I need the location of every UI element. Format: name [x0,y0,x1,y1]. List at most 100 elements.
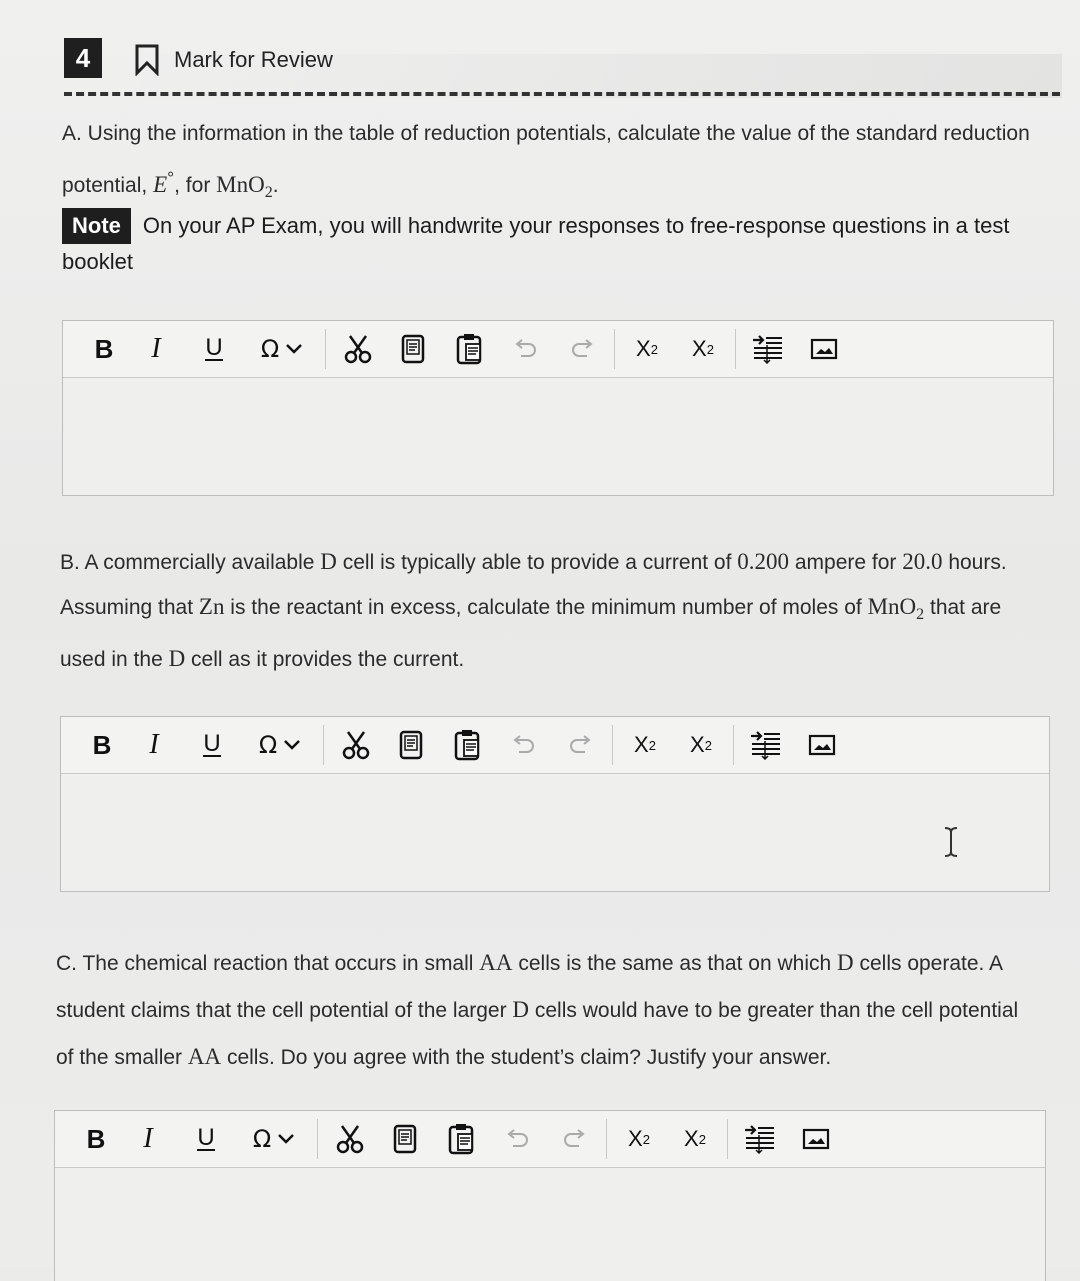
scissors-icon [336,1125,364,1154]
redo-icon [570,735,591,753]
editor-toolbar: B I U Ω X2 X2 [63,321,1053,378]
special-characters-dropdown[interactable]: Ω [243,321,321,377]
cut-button[interactable] [328,717,384,773]
note-badge: Note [62,208,131,244]
undo-icon [513,735,534,753]
text-cursor-icon [944,827,958,857]
chevron-down-icon [278,1134,295,1144]
part-a-line-1: A. Using the information in the table of… [62,122,1030,145]
paste-button[interactable] [442,321,498,377]
superscript-button[interactable]: X2 [611,1111,667,1167]
cut-button[interactable] [322,1111,378,1167]
scissors-icon [342,731,370,760]
insert-image-button[interactable] [794,717,850,773]
indent-icon [751,731,780,760]
mark-for-review-button[interactable]: Mark for Review [134,44,333,76]
paste-icon [456,334,482,365]
indent-button[interactable] [740,321,796,377]
response-input-a[interactable] [63,378,1053,494]
toolbar-separator [317,1119,318,1159]
copy-button[interactable] [386,321,442,377]
part-b-line-1: B. A commercially available D cell is ty… [60,549,1007,574]
note-row: Note On your AP Exam, you will handwrite … [62,208,1052,280]
redo-button[interactable] [546,1111,602,1167]
part-b-line-2: Assuming that Zn is the reactant in exce… [60,594,1002,624]
insert-image-button[interactable] [788,1111,844,1167]
special-characters-dropdown[interactable]: Ω [241,717,319,773]
toolbar-separator [735,329,736,369]
toolbar-separator [733,725,734,765]
response-editor-b: B I U Ω X2 X2 [60,716,1050,892]
bold-button[interactable]: B [79,717,125,773]
header-divider [64,92,1060,96]
part-a-line-2: potential, E°, for MnO2. [62,168,279,202]
underline-button[interactable]: U [183,717,241,773]
bold-button[interactable]: B [81,321,127,377]
italic-button[interactable]: I [125,717,183,773]
part-c-prompt: C. The chemical reaction that occurs in … [56,940,1066,1081]
redo-button[interactable] [554,321,610,377]
part-a-prompt: A. Using the information in the table of… [62,112,1062,215]
response-input-b[interactable] [61,774,1049,890]
image-icon [802,1128,830,1150]
paste-icon [454,730,480,761]
redo-icon [564,1129,585,1147]
question-number: 4 [64,38,102,78]
copy-button[interactable] [384,717,440,773]
bold-button[interactable]: B [73,1111,119,1167]
undo-icon [507,1129,528,1147]
toolbar-separator [614,329,615,369]
mark-for-review-label: Mark for Review [174,47,333,72]
copy-icon [393,1124,417,1154]
part-c-line-3: of the smaller AA cells. Do you agree wi… [56,1044,832,1069]
insert-image-button[interactable] [796,321,852,377]
italic-button[interactable]: I [119,1111,177,1167]
subscript-button[interactable]: X2 [675,321,731,377]
indent-icon [753,335,782,364]
redo-icon [572,339,593,357]
part-b-prompt: B. A commercially available D cell is ty… [60,540,1060,682]
redo-button[interactable] [552,717,608,773]
paste-button[interactable] [440,717,496,773]
response-editor-c: B I U Ω X2 X2 [54,1110,1046,1281]
chevron-down-icon [286,344,303,354]
undo-icon [515,339,536,357]
part-c-line-2: student claims that the cell potential o… [56,997,1019,1022]
response-input-c[interactable] [55,1168,1045,1268]
copy-icon [401,334,425,364]
copy-button[interactable] [378,1111,434,1167]
paste-icon [448,1124,474,1155]
undo-button[interactable] [490,1111,546,1167]
chevron-down-icon [284,740,301,750]
image-icon [808,734,836,756]
superscript-button[interactable]: X2 [617,717,673,773]
indent-icon [745,1125,774,1154]
toolbar-separator [612,725,613,765]
editor-toolbar: B I U Ω X2 X2 [55,1111,1045,1168]
indent-button[interactable] [738,717,794,773]
question-page: 4 Mark for Review A. Using the informati… [0,0,1080,1281]
superscript-button[interactable]: X2 [619,321,675,377]
undo-button[interactable] [498,321,554,377]
part-c-line-1: C. The chemical reaction that occurs in … [56,950,1004,975]
undo-button[interactable] [496,717,552,773]
part-b-line-3: used in the D cell as it provides the cu… [60,646,465,672]
italic-button[interactable]: I [127,321,185,377]
toolbar-separator [323,725,324,765]
indent-button[interactable] [732,1111,788,1167]
toolbar-separator [325,329,326,369]
cut-button[interactable] [330,321,386,377]
underline-button[interactable]: U [185,321,243,377]
paste-button[interactable] [434,1111,490,1167]
bookmark-icon [135,44,159,76]
subscript-button[interactable]: X2 [667,1111,723,1167]
editor-toolbar: B I U Ω X2 X2 [61,717,1049,774]
response-editor-a: B I U Ω X2 X2 [62,320,1054,496]
image-icon [810,338,838,360]
note-text: On your AP Exam, you will handwrite your… [62,213,1010,274]
special-characters-dropdown[interactable]: Ω [235,1111,313,1167]
toolbar-separator [606,1119,607,1159]
copy-icon [399,730,423,760]
underline-button[interactable]: U [177,1111,235,1167]
subscript-button[interactable]: X2 [673,717,729,773]
